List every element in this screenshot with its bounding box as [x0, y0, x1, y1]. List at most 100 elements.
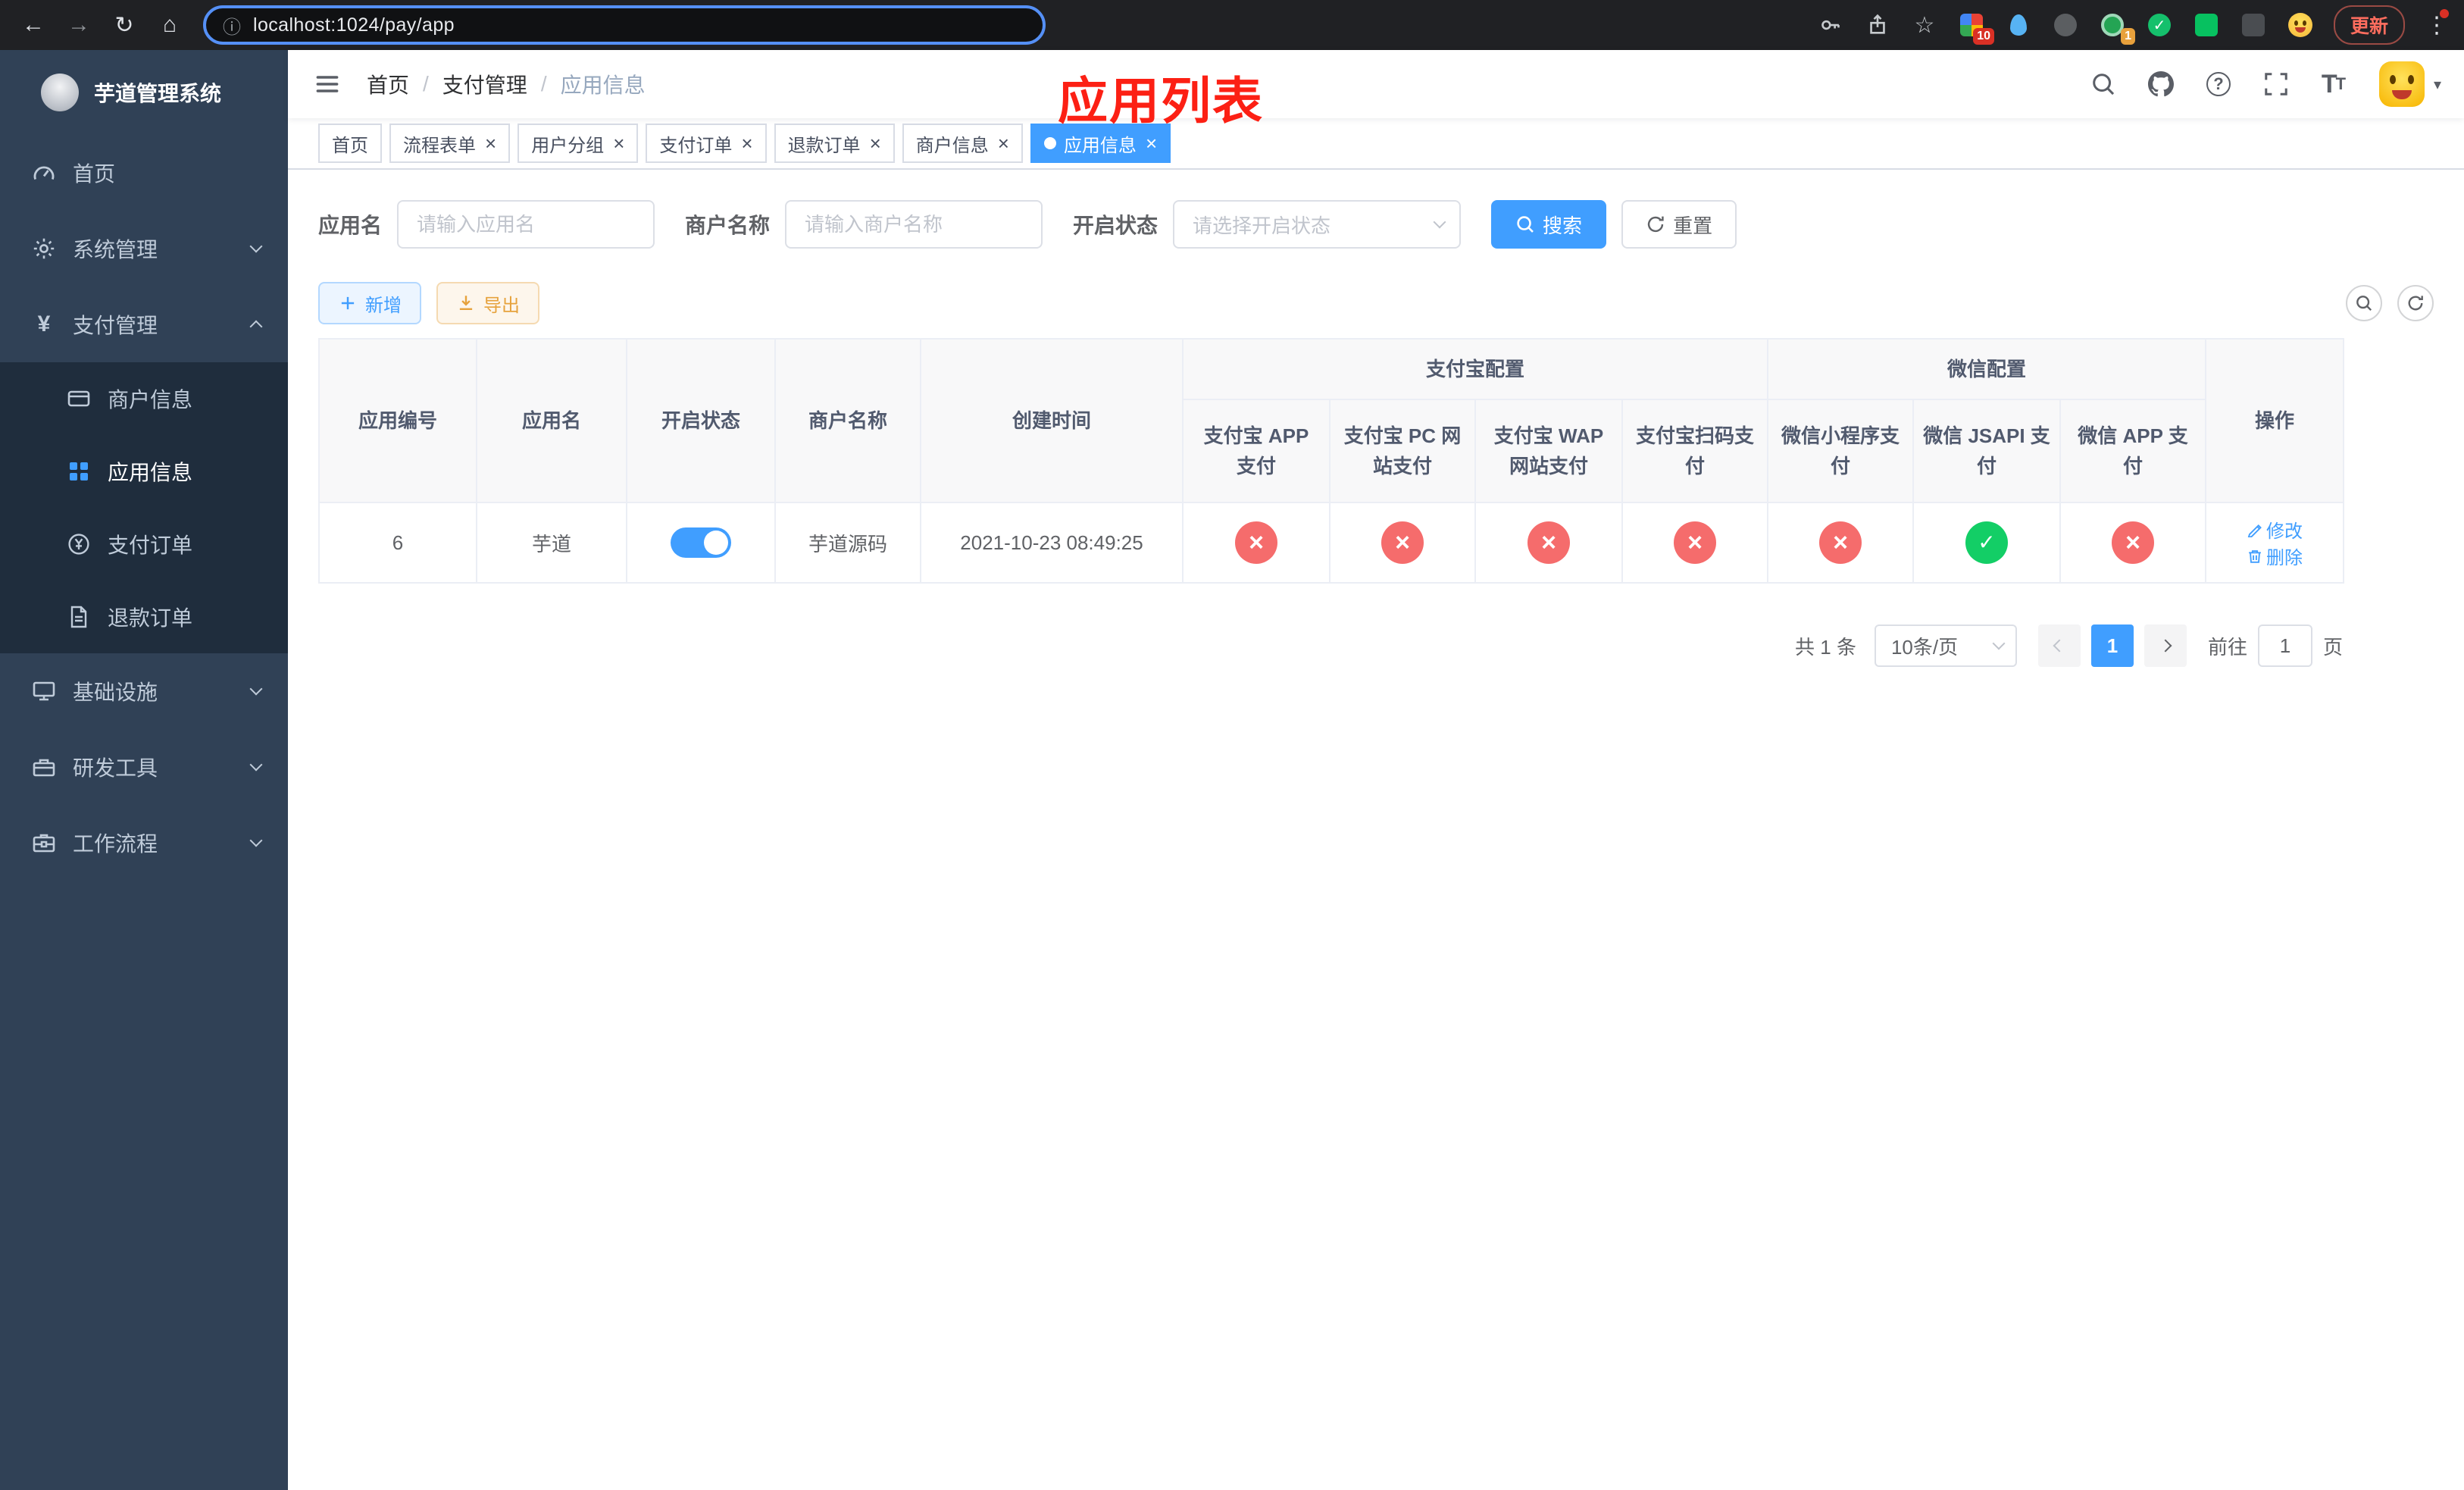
caret-down-icon: ▾: [2433, 76, 2441, 93]
breadcrumb: 首页 / 支付管理 / 应用信息: [367, 69, 646, 99]
sidebar-item-workflow[interactable]: 工作流程: [0, 805, 288, 881]
tab-refund-orders[interactable]: 退款订单 ×: [774, 124, 895, 163]
tab-process-form[interactable]: 流程表单 ×: [389, 124, 511, 163]
chevron-down-icon: [249, 682, 263, 696]
sidebar-item-label: 商户信息: [108, 388, 193, 412]
browser-menu-icon[interactable]: ⋮: [2425, 8, 2449, 39]
sidebar-toggle-icon[interactable]: [311, 67, 344, 101]
bookmark-star-icon[interactable]: ☆: [1911, 11, 1938, 39]
extension-chat-icon[interactable]: [2193, 11, 2220, 39]
sidebar-item-infrastructure[interactable]: 基础设施: [0, 653, 288, 729]
reset-button[interactable]: 重置: [1621, 200, 1737, 249]
export-button[interactable]: 导出: [436, 282, 539, 324]
sidebar-item-home[interactable]: 首页: [0, 135, 288, 211]
extension-grid-icon[interactable]: 10: [1958, 11, 1994, 45]
extension-puzzle-icon[interactable]: [2240, 11, 2267, 39]
table-row: 6 芋道 芋道源码 2021-10-23 08:49:25 × × × × × …: [318, 502, 2345, 584]
status-select[interactable]: 请选择开启状态: [1173, 200, 1462, 249]
cell-alipay-wap: [1474, 502, 1623, 584]
tab-pay-orders[interactable]: 支付订单 ×: [646, 124, 767, 163]
sidebar-item-payment[interactable]: ¥ 支付管理: [0, 286, 288, 362]
browser-update-button[interactable]: 更新: [2333, 5, 2405, 45]
sidebar-item-pay-orders[interactable]: 支付订单: [0, 508, 288, 581]
cell-alipay-pc: [1329, 502, 1476, 584]
delete-link[interactable]: 删除: [2247, 543, 2303, 569]
fullscreen-icon[interactable]: [2252, 58, 2300, 110]
merchant-name-input[interactable]: [785, 200, 1043, 249]
payment-submenu: 商户信息 应用信息 支付订单 退款订单: [0, 362, 288, 653]
prev-page-button[interactable]: [2037, 624, 2081, 667]
sidebar-item-merchant-info[interactable]: 商户信息: [0, 362, 288, 435]
sidebar-item-dev-tools[interactable]: 研发工具: [0, 729, 288, 805]
navbar-actions: ? TT ▾: [2079, 58, 2441, 110]
github-icon[interactable]: [2137, 58, 2185, 110]
close-icon[interactable]: ×: [870, 133, 881, 153]
extension-dark-icon[interactable]: [2052, 11, 2079, 39]
page-size-select[interactable]: 10条/页: [1874, 624, 2017, 667]
extension-check-icon[interactable]: ✓: [2146, 11, 2173, 39]
table-toolbar: 新增 导出: [318, 282, 2434, 324]
tab-app-info[interactable]: 应用信息 ×: [1030, 124, 1171, 163]
status-toggle[interactable]: [671, 527, 731, 558]
column-header-alipay-pc: 支付宝 PC 网站支付: [1329, 399, 1476, 503]
app-name-label: 应用名: [318, 214, 383, 237]
breadcrumb-home[interactable]: 首页: [367, 69, 409, 99]
goto-label: 前往: [2207, 635, 2247, 659]
extension-drop-icon[interactable]: [2005, 11, 2032, 39]
user-menu[interactable]: ▾: [2378, 61, 2441, 107]
close-icon[interactable]: ×: [613, 133, 624, 153]
home-icon[interactable]: ⌂: [152, 7, 188, 43]
forward-icon[interactable]: →: [61, 7, 97, 43]
key-icon[interactable]: [1817, 11, 1844, 39]
page-1-button[interactable]: 1: [2090, 624, 2134, 667]
app-name-input[interactable]: [397, 200, 655, 249]
chevron-down-icon: [249, 758, 263, 772]
refresh-icon[interactable]: [2397, 285, 2434, 321]
browser-address-bar[interactable]: ⓘ localhost:1024/pay/app: [203, 5, 1046, 45]
extension-ring-icon[interactable]: 1: [2099, 11, 2135, 45]
add-button[interactable]: 新增: [318, 282, 421, 324]
sidebar-item-label: 首页: [73, 162, 116, 186]
document-icon: [67, 605, 91, 629]
page-info-icon[interactable]: ⓘ: [223, 12, 241, 39]
sidebar-menu: 首页 系统管理 ¥ 支付管理 商户信息 应用信息 支付订单 退款订单 基础设施 …: [0, 135, 288, 1490]
reload-icon[interactable]: ↻: [106, 7, 142, 43]
back-icon[interactable]: ←: [15, 7, 52, 43]
sidebar-item-refund-orders[interactable]: 退款订单: [0, 581, 288, 653]
close-icon[interactable]: ×: [485, 133, 496, 153]
help-icon[interactable]: ?: [2194, 58, 2243, 110]
search-icon[interactable]: [2079, 58, 2128, 110]
browser-chrome: ← → ↻ ⌂ ⓘ localhost:1024/pay/app ☆ 10 1 …: [0, 0, 2464, 50]
toggle-search-icon[interactable]: [2346, 285, 2382, 321]
goto-page-input[interactable]: [2257, 624, 2312, 667]
edit-link[interactable]: 修改: [2247, 516, 2303, 543]
next-page-button[interactable]: [2143, 624, 2187, 667]
monitor-icon: [32, 679, 56, 703]
sidebar-item-app-info[interactable]: 应用信息: [0, 435, 288, 508]
main-area: 首页 / 支付管理 / 应用信息 ? T T ▾ 首页 流程表单 × 用户分组 …: [288, 50, 2464, 1490]
close-icon[interactable]: ×: [741, 133, 752, 153]
cell-status: [626, 502, 776, 584]
browser-nav-buttons: ← → ↻ ⌂: [15, 7, 188, 43]
column-header-created: 创建时间: [920, 338, 1184, 503]
tab-user-group[interactable]: 用户分组 ×: [518, 124, 639, 163]
breadcrumb-payment[interactable]: 支付管理: [442, 69, 527, 99]
credit-card-icon: [67, 387, 91, 411]
tab-home[interactable]: 首页: [318, 124, 382, 163]
sidebar-logo[interactable]: 芋道管理系统: [0, 50, 288, 135]
cell-alipay-app: [1182, 502, 1330, 584]
share-icon[interactable]: [1864, 11, 1891, 39]
font-size-icon[interactable]: TT: [2309, 58, 2358, 110]
close-icon[interactable]: ×: [998, 133, 1009, 153]
close-icon[interactable]: ×: [1146, 133, 1157, 153]
app-title: 芋道管理系统: [94, 82, 222, 105]
top-navbar: 首页 / 支付管理 / 应用信息 ? T T ▾: [288, 50, 2464, 118]
column-header-status: 开启状态: [626, 338, 776, 503]
chevron-down-icon: [1992, 637, 2006, 650]
tab-merchant-info[interactable]: 商户信息 ×: [902, 124, 1023, 163]
sidebar-item-system[interactable]: 系统管理: [0, 211, 288, 286]
sidebar-item-label: 基础设施: [73, 681, 158, 704]
search-button[interactable]: 搜索: [1491, 200, 1607, 249]
extension-avatar-icon[interactable]: [2287, 11, 2314, 39]
goto-page: 前往 页: [2208, 624, 2343, 667]
